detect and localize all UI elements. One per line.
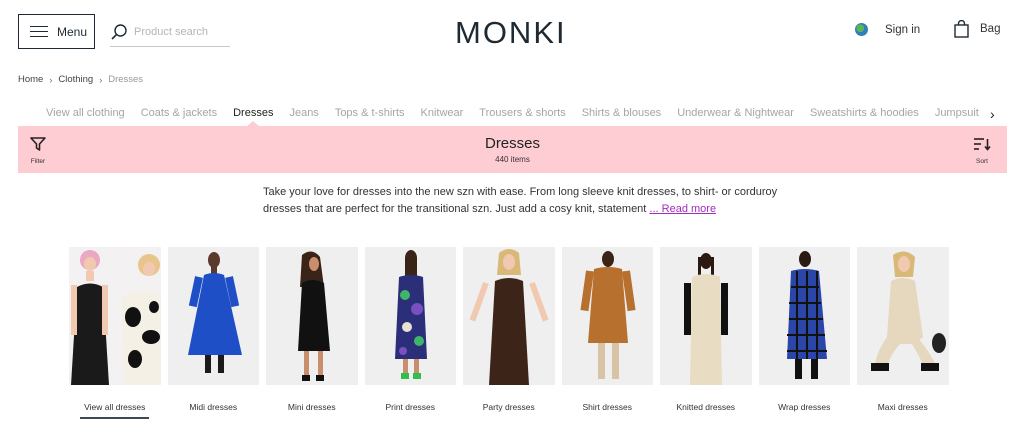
sign-in-label: Sign in [885,23,921,36]
sign-in-link[interactable]: Sign in [855,23,920,36]
search-icon[interactable] [110,23,128,41]
bag-icon [954,20,969,38]
dress-photo [69,247,161,385]
tile-label: Knitted dresses [676,402,736,412]
category-nav-item[interactable]: Coats & jackets [141,107,217,125]
dress-photo [364,247,456,385]
subcategory-tile-view-all-dresses[interactable]: View all dresses [69,247,161,419]
category-nav-item[interactable]: Jeans [289,107,318,125]
category-nav: View all clothing Coats & jackets Dresse… [46,107,986,125]
dress-photo [857,247,949,385]
subcategory-tile-mini-dresses[interactable]: Mini dresses [266,247,358,419]
category-nav-item[interactable]: Knitwear [421,107,464,125]
dress-photo [266,247,358,385]
item-count: 440 items [495,155,530,164]
breadcrumb-clothing[interactable]: Clothing [58,74,93,85]
sort-icon [974,138,991,151]
tile-label: Midi dresses [189,402,238,412]
tile-label: Print dresses [385,402,436,412]
sort-label: Sort [976,158,988,165]
subcategory-tile-party-dresses[interactable]: Party dresses [463,247,555,419]
subcategory-tile-maxi-dresses[interactable]: Maxi dresses [857,247,949,419]
search-bar [110,17,230,47]
tile-label: Maxi dresses [877,402,928,412]
page-title: Dresses [484,135,540,152]
breadcrumb-current: Dresses [108,74,144,85]
category-nav-item[interactable]: Sweatshirts & hoodies [810,107,919,125]
logo-text: MONKI [455,15,567,48]
globe-icon[interactable] [855,23,868,36]
search-input[interactable] [134,25,229,38]
category-nav-item[interactable]: Underwear & Nightwear [677,107,794,125]
breadcrumb: Home › Clothing › Dresses [18,74,143,85]
dress-photo [463,247,555,385]
chevron-right-icon: › [49,74,53,85]
tile-label: Wrap dresses [778,402,831,412]
subcategory-tile-print-dresses[interactable]: Print dresses [364,247,456,419]
subcategory-tile-wrap-dresses[interactable]: Wrap dresses [758,247,850,419]
bag-label: Bag [980,23,1001,35]
dress-photo [758,247,850,385]
subcategory-tile-knitted-dresses[interactable]: Knitted dresses [660,247,752,419]
subcategory-tile-midi-dresses[interactable]: Midi dresses [167,247,259,419]
category-banner: Filter Dresses 440 items Sort [18,126,1007,173]
tile-label: Shirt dresses [582,402,633,412]
category-nav-item[interactable]: View all clothing [46,107,125,125]
sort-button[interactable]: Sort [971,137,993,165]
menu-label: Menu [57,24,88,39]
tile-label: Party dresses [482,402,535,412]
breadcrumb-home[interactable]: Home [18,74,43,85]
category-description: Take your love for dresses into the new … [263,184,783,218]
read-more-link[interactable]: ... Read more [649,203,716,215]
dress-photo [660,247,752,385]
dress-photo [167,247,259,385]
dress-photo [561,247,653,385]
subcategory-tiles: View all dresses Midi dresses Mini dress… [69,247,949,419]
tile-label: Mini dresses [287,402,336,412]
category-nav-item[interactable]: Tops & t-shirts [335,107,405,125]
tile-label: View all dresses [80,402,150,419]
category-nav-item[interactable]: Shirts & blouses [582,107,661,125]
monki-logo[interactable]: MONKI [455,14,587,50]
category-nav-item[interactable]: Jumpsuit [935,107,979,125]
category-nav-item[interactable]: Trousers & shorts [479,107,565,125]
hamburger-icon [30,25,48,38]
chevron-right-icon[interactable]: › [990,106,995,122]
chevron-right-icon: › [99,74,103,85]
bag-link[interactable]: Bag [954,20,1000,38]
subcategory-tile-shirt-dresses[interactable]: Shirt dresses [561,247,653,419]
menu-button[interactable]: Menu [18,14,95,49]
